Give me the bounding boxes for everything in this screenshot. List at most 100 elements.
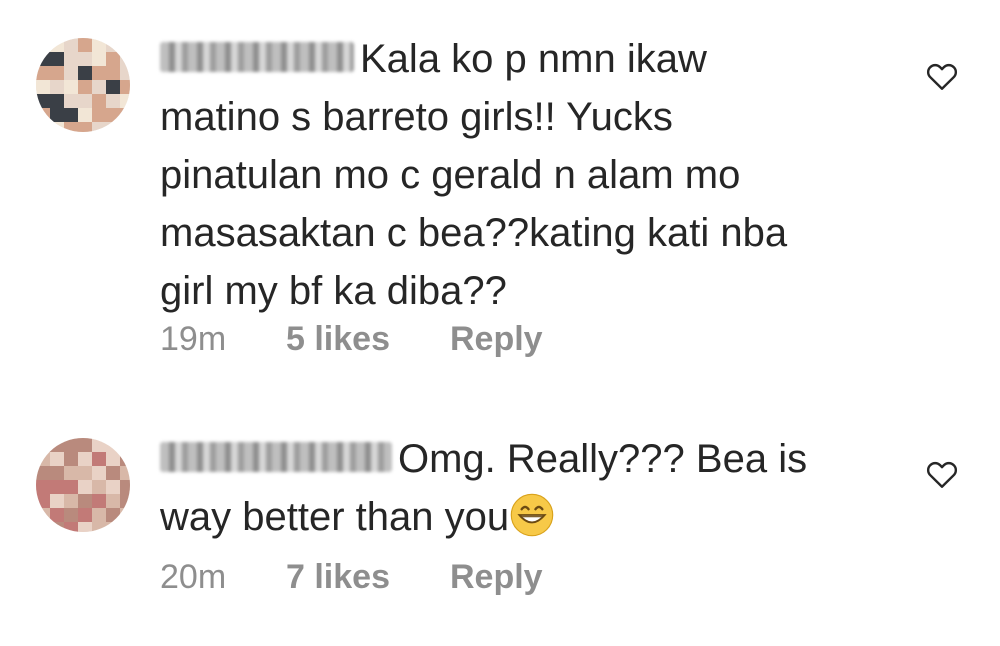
- avatar-pixel: [36, 466, 50, 480]
- avatar-pixel: [78, 494, 92, 508]
- avatar-pixel: [120, 452, 130, 466]
- comment-content: Omg. Really??? Bea is way better than yo…: [160, 430, 880, 546]
- avatar-pixel: [36, 108, 50, 122]
- avatar-pixel: [120, 466, 130, 480]
- comment-meta: 19m 5 likes Reply: [160, 320, 543, 359]
- avatar-pixel: [50, 452, 64, 466]
- reply-button[interactable]: Reply: [450, 320, 543, 359]
- avatar-pixel: [92, 108, 106, 122]
- avatar-pixel: [78, 38, 92, 52]
- avatar-pixel: [106, 94, 120, 108]
- avatar-pixel: [120, 122, 130, 132]
- avatar-pixel: [92, 494, 106, 508]
- avatar-pixel: [92, 66, 106, 80]
- avatar-pixel: [36, 452, 50, 466]
- avatar-pixel: [36, 66, 50, 80]
- reply-button[interactable]: Reply: [450, 558, 543, 597]
- avatar-pixel: [92, 38, 106, 52]
- avatar-pixel: [120, 494, 130, 508]
- comment-likes[interactable]: 7 likes: [286, 558, 450, 597]
- avatar-pixel: [50, 80, 64, 94]
- avatar-pixel: [120, 38, 130, 52]
- avatar-pixel: [64, 122, 78, 132]
- avatar-pixel: [106, 480, 120, 494]
- avatar-pixel: [78, 522, 92, 532]
- avatar-pixel: [120, 480, 130, 494]
- avatar-pixel: [92, 480, 106, 494]
- avatar-pixel: [64, 508, 78, 522]
- comment-meta: 20m 7 likes Reply: [160, 558, 543, 597]
- avatar-pixel: [50, 94, 64, 108]
- avatar-pixel: [120, 94, 130, 108]
- username-blurred[interactable]: [160, 42, 354, 73]
- avatar-pixel: [64, 66, 78, 80]
- avatar-pixel: [106, 66, 120, 80]
- avatar[interactable]: [36, 438, 130, 532]
- avatar-pixel: [92, 122, 106, 132]
- avatar-pixel: [50, 508, 64, 522]
- avatar-pixel: [106, 108, 120, 122]
- avatar-pixel: [50, 66, 64, 80]
- avatar-pixel: [50, 38, 64, 52]
- avatar-pixel: [106, 438, 120, 452]
- avatar-pixel: [64, 108, 78, 122]
- avatar-pixel: [50, 122, 64, 132]
- grinning-face-emoji-icon: [510, 494, 554, 537]
- avatar-pixel: [106, 466, 120, 480]
- avatar-pixel: [64, 466, 78, 480]
- heart-outline-icon[interactable]: [924, 58, 960, 94]
- avatar-pixel: [50, 438, 64, 452]
- avatar-pixel: [106, 452, 120, 466]
- avatar-pixel: [120, 108, 130, 122]
- avatar-pixel: [106, 38, 120, 52]
- avatar-pixel: [64, 94, 78, 108]
- avatar-pixel: [92, 80, 106, 94]
- avatar-pixel: [78, 122, 92, 132]
- avatar-pixel: [36, 508, 50, 522]
- avatar-pixel: [106, 494, 120, 508]
- avatar-pixel: [120, 438, 130, 452]
- comment-time: 20m: [160, 558, 227, 596]
- avatar-pixel: [120, 508, 130, 522]
- avatar-pixel: [92, 438, 106, 452]
- avatar-pixel: [120, 52, 130, 66]
- avatar-pixel: [78, 466, 92, 480]
- avatar-pixel: [120, 80, 130, 94]
- avatar-pixel: [106, 52, 120, 66]
- avatar-pixel: [50, 108, 64, 122]
- avatar-pixel: [36, 94, 50, 108]
- avatar-pixel: [106, 122, 120, 132]
- avatar-pixel: [120, 522, 130, 532]
- avatar-pixel: [64, 52, 78, 66]
- username-blurred[interactable]: [160, 442, 392, 473]
- avatar-pixel: [78, 66, 92, 80]
- avatar-pixel: [64, 494, 78, 508]
- comment-time: 19m: [160, 320, 227, 358]
- avatar-pixel: [64, 480, 78, 494]
- avatar-pixel: [50, 52, 64, 66]
- avatar-pixel: [92, 452, 106, 466]
- comment-content: Kala ko p nmn ikaw matino s barreto girl…: [160, 30, 880, 320]
- avatar-pixel: [78, 94, 92, 108]
- avatar-pixel: [50, 466, 64, 480]
- avatar-pixel: [36, 122, 50, 132]
- avatar-pixel: [78, 438, 92, 452]
- heart-outline-icon[interactable]: [924, 456, 960, 492]
- comment-likes[interactable]: 5 likes: [286, 320, 450, 359]
- avatar-pixel: [78, 108, 92, 122]
- comment-text: Kala ko p nmn ikaw matino s barreto girl…: [160, 37, 788, 313]
- avatar-pixel: [92, 466, 106, 480]
- avatar-pixel: [64, 522, 78, 532]
- comment-body: Kala ko p nmn ikaw matino s barreto girl…: [160, 30, 880, 320]
- avatar-pixel: [78, 80, 92, 94]
- avatar-pixel: [36, 38, 50, 52]
- avatar[interactable]: [36, 38, 130, 132]
- avatar-pixel: [106, 80, 120, 94]
- avatar-pixel: [36, 438, 50, 452]
- avatar-pixel: [50, 494, 64, 508]
- avatar-pixel: [50, 480, 64, 494]
- avatar-pixel: [36, 480, 50, 494]
- avatar-pixel: [120, 66, 130, 80]
- avatar-pixel: [36, 80, 50, 94]
- avatar-pixel: [92, 94, 106, 108]
